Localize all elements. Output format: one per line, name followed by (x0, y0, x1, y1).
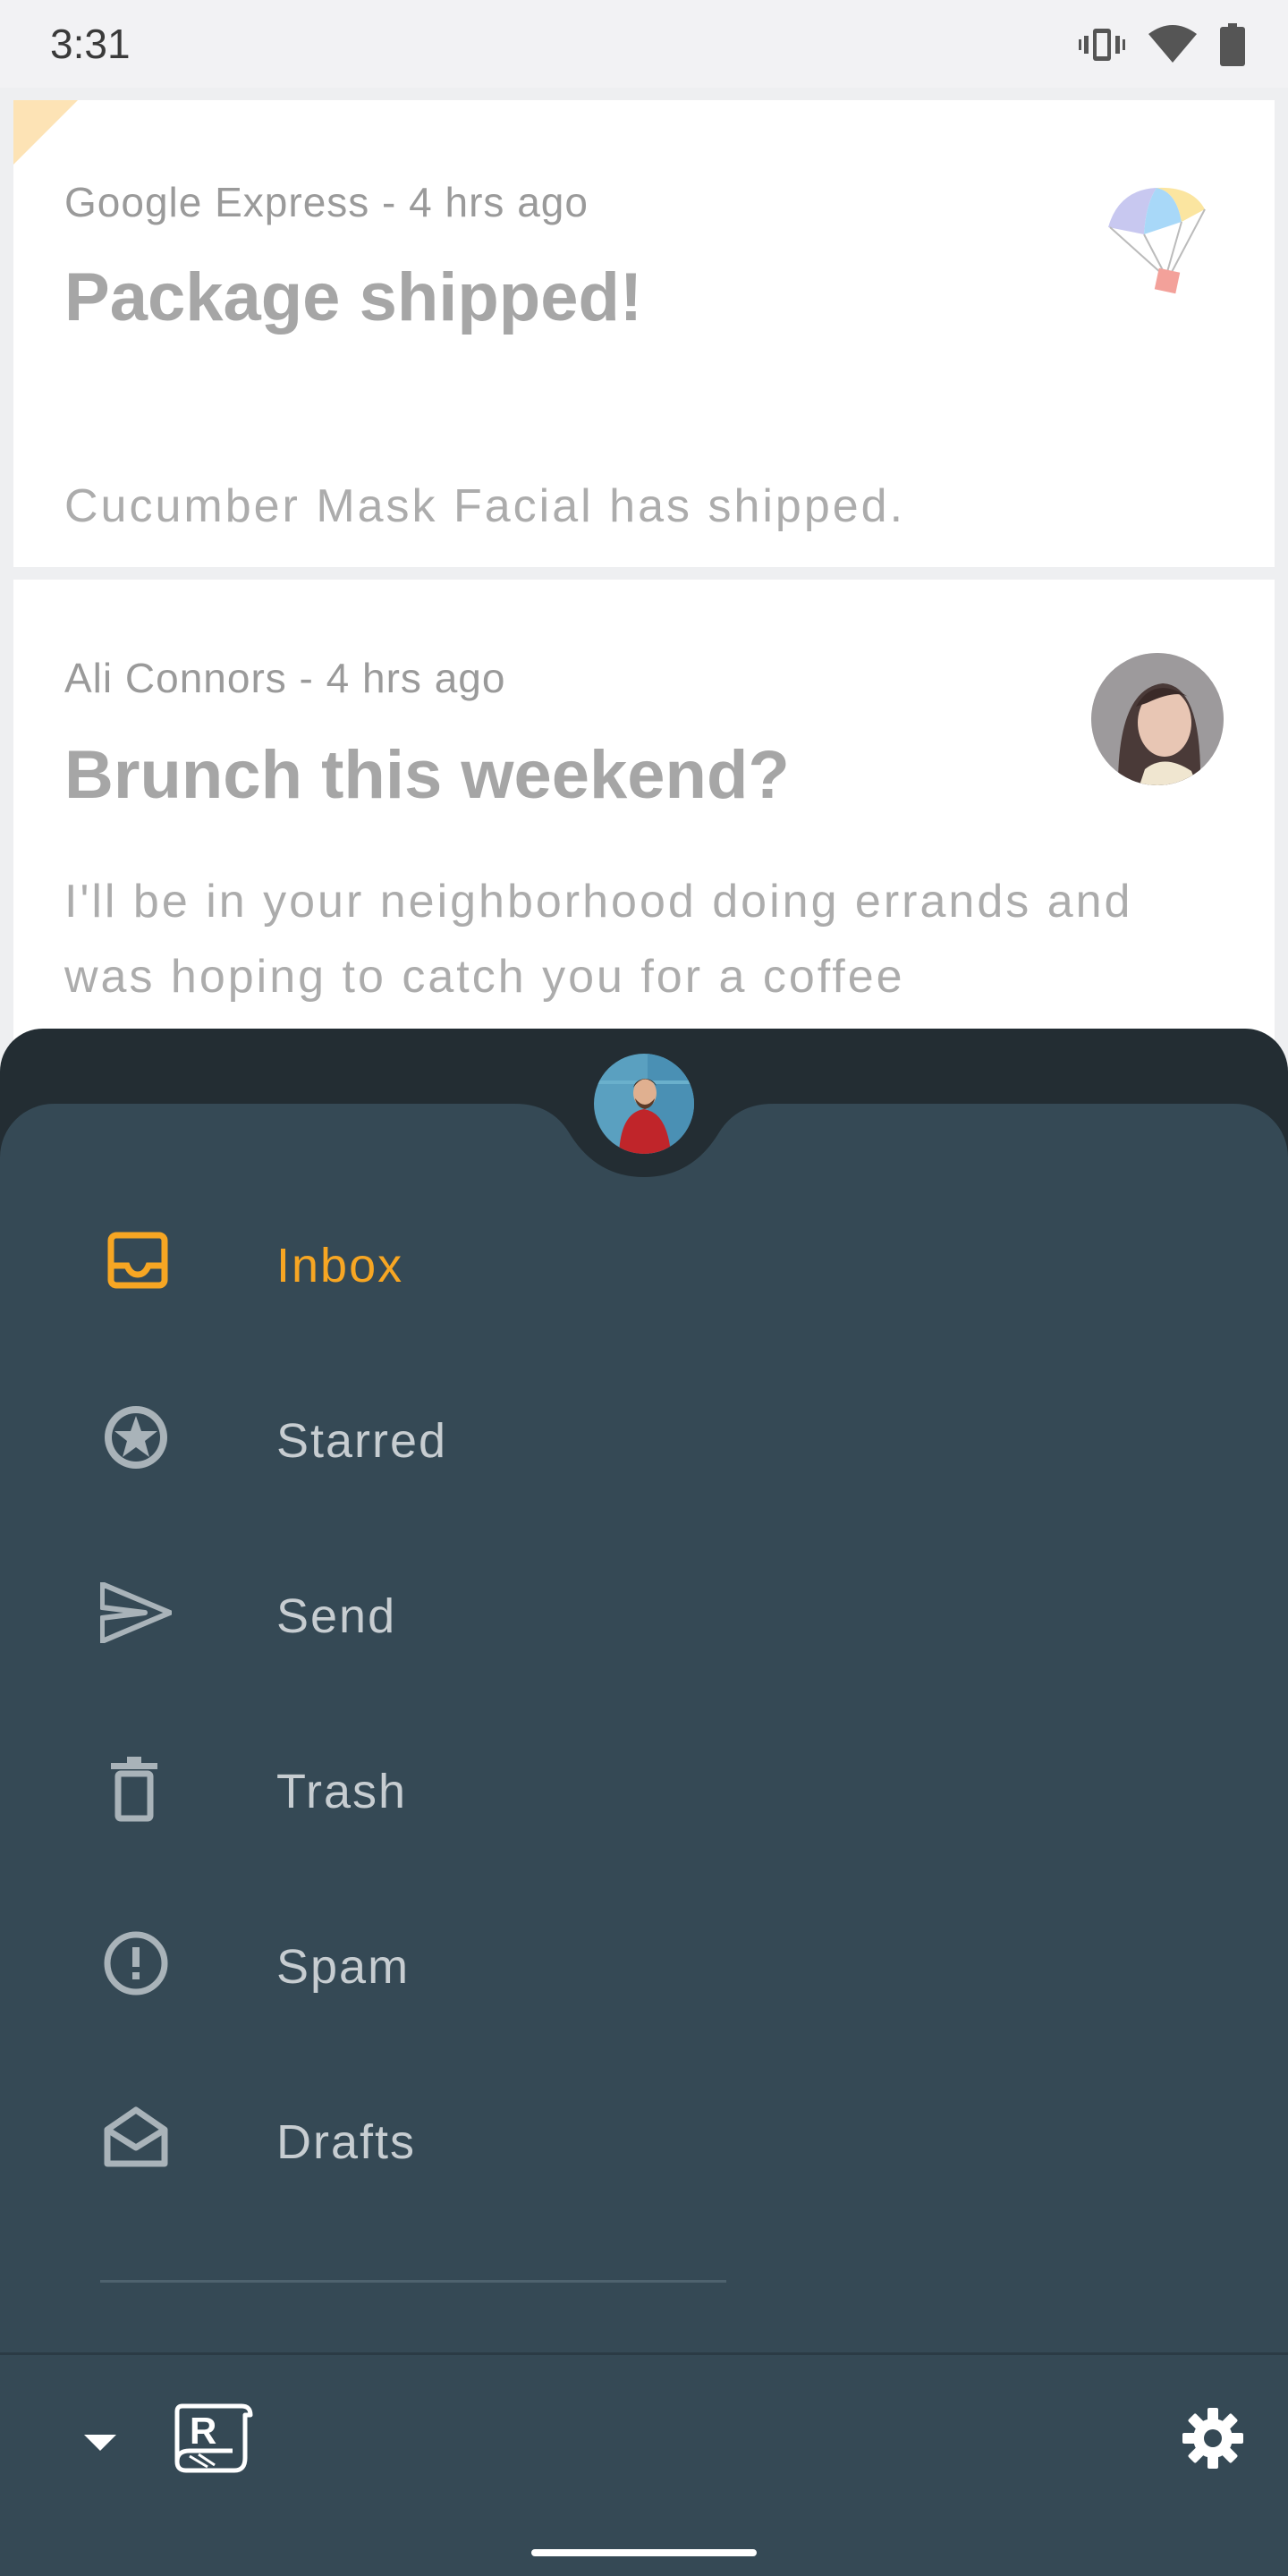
parachute-icon (1103, 186, 1210, 301)
wifi-icon (1148, 25, 1197, 64)
vibrate-icon (1079, 25, 1125, 64)
nav-item-inbox[interactable]: Inbox (0, 1190, 1288, 1342)
nav-item-spam[interactable]: Spam (0, 1891, 1288, 2043)
gear-icon[interactable] (1179, 2404, 1247, 2477)
nav-label: Starred (276, 1414, 448, 1468)
battery-icon (1220, 23, 1245, 66)
nav-label: Inbox (276, 1239, 404, 1292)
nav-label: Trash (276, 1765, 408, 1818)
user-avatar[interactable] (594, 1054, 694, 1154)
trash-icon (100, 1754, 168, 1829)
nav-item-trash[interactable]: Trash (0, 1716, 1288, 1868)
message-preview: Cucumber Mask Facial has shipped. (64, 480, 906, 532)
reply-logo-icon[interactable]: R (172, 2399, 254, 2480)
status-bar: 3:31 (0, 0, 1288, 88)
drafts-icon (100, 2105, 170, 2180)
sender-avatar (1091, 653, 1224, 785)
home-indicator[interactable] (531, 2549, 757, 2556)
nav-item-send[interactable]: Send (0, 1540, 1288, 1692)
nav-item-starred[interactable]: Starred (0, 1365, 1288, 1517)
message-title: Brunch this weekend? (64, 737, 790, 813)
star-icon (100, 1403, 170, 1479)
message-title: Package shipped! (64, 259, 643, 335)
message-card[interactable]: Google Express - 4 hrs ago Package shipp… (13, 100, 1275, 567)
message-card[interactable]: Ali Connors - 4 hrs ago Brunch this week… (13, 580, 1275, 1045)
inbox-icon (100, 1228, 170, 1303)
send-icon (100, 1579, 172, 1654)
nav-label: Drafts (276, 2115, 417, 2169)
spam-icon (100, 1929, 170, 2004)
status-time: 3:31 (50, 21, 131, 67)
message-preview: I'll be in your neighborhood doing erran… (64, 876, 1133, 1003)
corner-fold (13, 100, 78, 165)
svg-text:R: R (190, 2410, 216, 2452)
nav-item-drafts[interactable]: Drafts (0, 2066, 1288, 2218)
nav-label: Send (276, 1589, 397, 1643)
drawer-divider (100, 2280, 726, 2283)
message-meta: Google Express - 4 hrs ago (64, 179, 589, 225)
chevron-down-icon[interactable] (79, 2420, 122, 2468)
message-meta: Ali Connors - 4 hrs ago (64, 655, 506, 701)
status-icons (1079, 21, 1245, 68)
nav-label: Spam (276, 1940, 411, 1994)
